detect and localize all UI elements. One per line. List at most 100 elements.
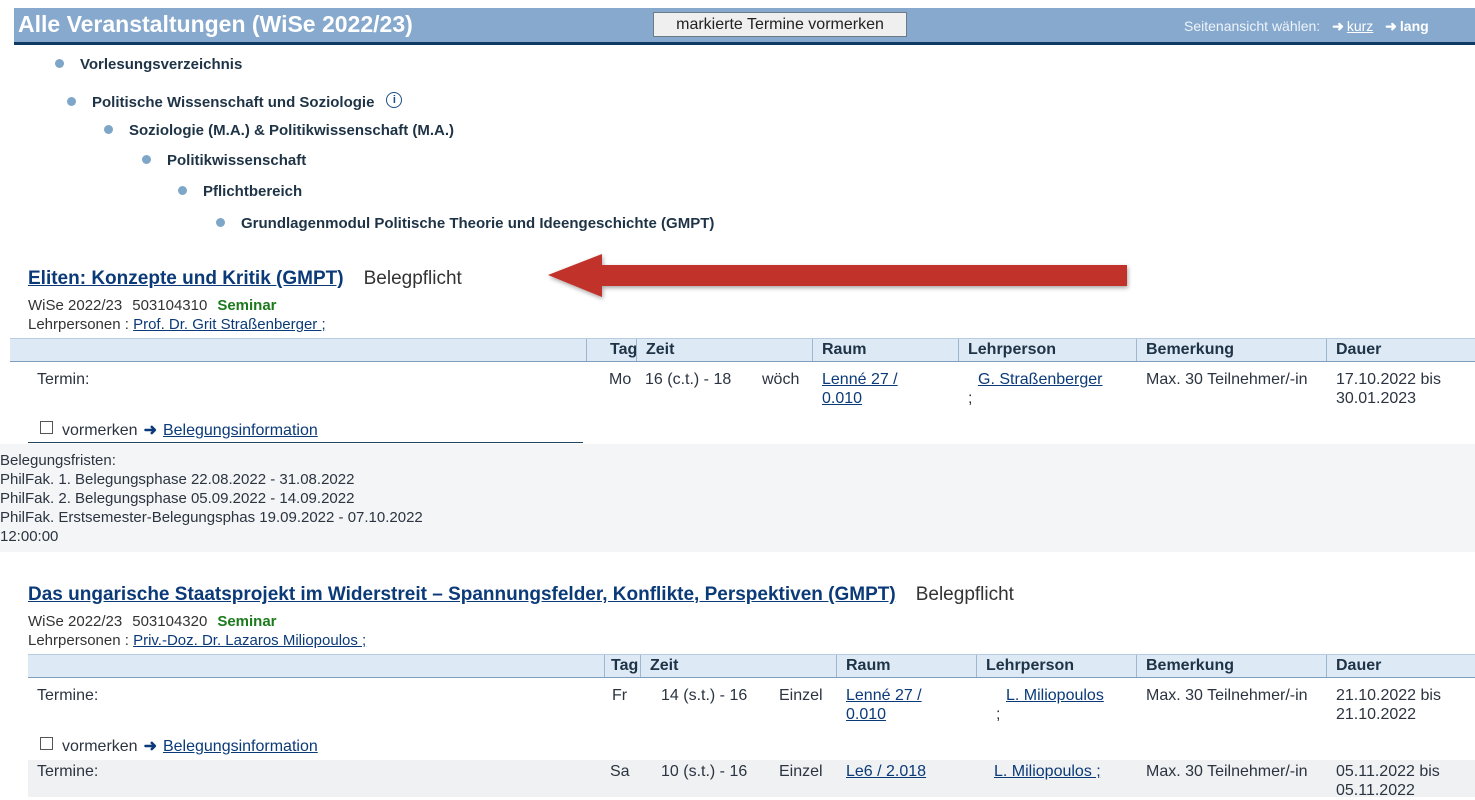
info-icon[interactable]: i: [386, 92, 403, 108]
col-bemerkung: Bemerkung: [1146, 657, 1235, 674]
course-title: Das ungarische Staatsprojekt im Widerstr…: [28, 584, 1014, 606]
col-dauer: Dauer: [1336, 341, 1382, 358]
cell-bemerkung: Max. 30 Teilnehmer/-in: [1146, 763, 1308, 780]
belegungsinfo-link[interactable]: Belegungsinformation: [163, 422, 318, 439]
column-divider: [812, 339, 813, 361]
course-title: Eliten: Konzepte und Kritik (GMPT) Belegp…: [28, 268, 462, 290]
course-type: Seminar: [217, 613, 277, 630]
row-label: Termine:: [37, 763, 99, 780]
mark-appointments-button[interactable]: markierte Termine vormerken: [653, 12, 907, 37]
cell-dauer: 21.10.2022 bis 21.10.2022: [1336, 687, 1441, 723]
cell-zeit: 10 (s.t.) - 16: [661, 763, 748, 780]
checkbox-icon[interactable]: [40, 421, 53, 434]
arrow-right-icon: ➜: [1332, 18, 1344, 34]
table-row: Termine: Sa 10 (s.t.) - 16 Einzel Le6 / …: [28, 760, 1475, 799]
arrow-right-icon: ➜: [143, 422, 157, 439]
course-meta: WiSe 2022/23 503104320 Seminar: [28, 613, 277, 630]
cell-dauer: 17.10.2022 bis 30.01.2023: [1336, 371, 1441, 407]
breadcrumb-item[interactable]: Politische Wissenschaft und Soziologie i: [67, 92, 403, 111]
vormerken-row: vormerken ➜ Belegungsinformation: [40, 736, 318, 756]
column-divider: [604, 655, 605, 677]
row-label: Termine:: [37, 687, 99, 704]
bullet-icon: [67, 97, 76, 106]
teachers-label: Lehrpersonen :: [28, 632, 129, 649]
column-divider: [640, 655, 641, 677]
deadline-line: Belegungsfristen:: [0, 452, 116, 469]
teacher-link[interactable]: L. Miliopoulos ;: [994, 763, 1101, 780]
cell-tag: Fr: [612, 687, 628, 704]
cell-lehrperson: L. Miliopoulos: [1006, 686, 1104, 705]
course-meta: WiSe 2022/23 503104310 Seminar: [28, 297, 277, 314]
breadcrumb-item[interactable]: Pflichtbereich: [178, 183, 302, 200]
view-short-link[interactable]: kurz: [1347, 18, 1373, 34]
breadcrumb-item[interactable]: Politikwissenschaft: [142, 152, 306, 169]
room-link[interactable]: Lenné 27 / 0.010: [822, 371, 898, 407]
breadcrumb-item[interactable]: Grundlagenmodul Politische Theorie und I…: [216, 215, 714, 232]
vormerken-label[interactable]: vormerken: [62, 422, 138, 439]
cell-tag: Sa: [610, 763, 630, 780]
bullet-icon: [55, 59, 64, 68]
room-link[interactable]: Le6 / 2.018: [846, 763, 926, 780]
teacher-link[interactable]: L. Miliopoulos: [1006, 687, 1104, 704]
page-title: Alle Veranstaltungen (WiSe 2022/23): [18, 11, 413, 37]
teachers-line: Lehrpersonen : Prof. Dr. Grit Straßenber…: [28, 316, 326, 333]
cell-lehrperson-sep: ;: [996, 706, 1001, 723]
teacher-link[interactable]: Prof. Dr. Grit Straßenberger ;: [133, 316, 326, 333]
cell-lehrperson: G. Straßenberger: [978, 370, 1103, 389]
deadline-line: PhilFak. 1. Belegungsphase 22.08.2022 - …: [0, 471, 355, 488]
course-title-link[interactable]: Eliten: Konzepte und Kritik (GMPT): [28, 268, 344, 289]
course-type: Seminar: [217, 297, 277, 314]
enrollment-flag: Belegpflicht: [915, 584, 1014, 605]
room-link[interactable]: Lenné 27 / 0.010: [846, 687, 922, 723]
teacher-link[interactable]: Priv.-Doz. Dr. Lazaros Miliopoulos ;: [133, 632, 366, 649]
column-divider: [1136, 339, 1137, 361]
course-number: 503104310: [132, 297, 208, 314]
table-header: Tag Zeit Raum Lehrperson Bemerkung Dauer: [10, 338, 1475, 362]
divider: [28, 442, 583, 443]
teachers-line: Lehrpersonen : Priv.-Doz. Dr. Lazaros Mi…: [28, 632, 366, 649]
col-lehrperson: Lehrperson: [968, 341, 1057, 358]
col-lehrperson: Lehrperson: [986, 657, 1075, 674]
red-annotation-arrow: [548, 254, 1127, 297]
column-divider: [586, 339, 587, 361]
course-title-link[interactable]: Das ungarische Staatsprojekt im Widerstr…: [28, 584, 896, 605]
arrow-shape: [548, 254, 1127, 297]
bullet-icon: [216, 218, 225, 227]
breadcrumb-item[interactable]: Vorlesungsverzeichnis: [55, 56, 242, 73]
col-raum: Raum: [822, 341, 867, 358]
course-number: 503104320: [132, 613, 208, 630]
cell-tag: Mo: [609, 371, 632, 388]
col-zeit: Zeit: [650, 657, 679, 674]
cell-rhythmus: Einzel: [779, 763, 823, 780]
breadcrumb-item[interactable]: Soziologie (M.A.) & Politikwissenschaft …: [104, 122, 454, 139]
col-bemerkung: Bemerkung: [1146, 341, 1235, 358]
checkbox-icon[interactable]: [40, 737, 53, 750]
deadline-line: PhilFak. 2. Belegungsphase 05.09.2022 - …: [0, 490, 355, 507]
view-label: Seitenansicht wählen:: [1184, 18, 1321, 34]
view-long-link[interactable]: lang: [1400, 18, 1429, 34]
bullet-icon: [178, 186, 187, 195]
cell-rhythmus: Einzel: [779, 687, 823, 704]
cell-zeit: 16 (c.t.) - 18: [645, 371, 732, 388]
table-header: Tag Zeit Raum Lehrperson Bemerkung Dauer: [28, 654, 1475, 678]
deadline-line: 12:00:00: [0, 528, 59, 545]
vormerken-label[interactable]: vormerken: [62, 738, 138, 755]
col-tag: Tag: [610, 341, 638, 358]
cell-raum: Lenné 27 / 0.010: [846, 686, 946, 724]
row-label: Termin:: [37, 371, 90, 388]
cell-rhythmus: wöch: [762, 371, 800, 388]
cell-lehrperson: L. Miliopoulos ;: [994, 762, 1101, 781]
arrow-right-icon: ➜: [143, 738, 157, 755]
arrow-right-icon: ➜: [1385, 18, 1397, 34]
belegungsinfo-link[interactable]: Belegungsinformation: [163, 738, 318, 755]
teacher-link[interactable]: G. Straßenberger: [978, 371, 1103, 388]
cell-dauer: 05.11.2022 bis 05.11.2022: [1336, 763, 1440, 799]
column-divider: [1326, 339, 1327, 361]
column-divider: [1326, 655, 1327, 677]
col-zeit: Zeit: [646, 341, 675, 358]
header-bar: Alle Veranstaltungen (WiSe 2022/23) mark…: [14, 8, 1475, 45]
enrollment-flag: Belegpflicht: [363, 268, 462, 289]
bullet-icon: [104, 125, 113, 134]
teachers-label: Lehrpersonen :: [28, 316, 129, 333]
column-divider: [958, 339, 959, 361]
